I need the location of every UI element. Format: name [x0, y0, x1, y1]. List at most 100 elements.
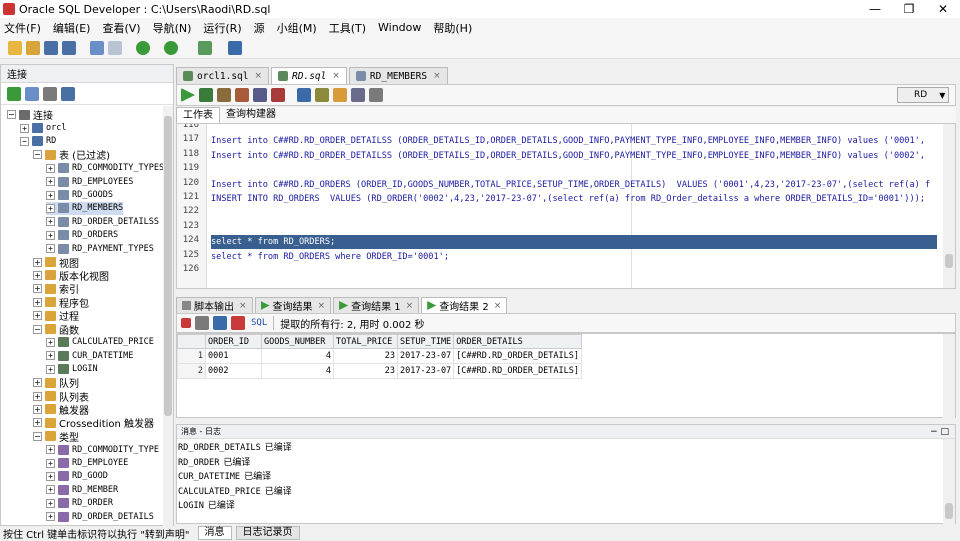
editor-scrollbar[interactable]: [943, 124, 955, 288]
binoculars-icon[interactable]: [228, 40, 242, 55]
grid-scrollbar[interactable]: [943, 334, 955, 419]
code-line[interactable]: Insert into C##RD.RD_ORDERS (ORDER_ID,GO…: [211, 178, 930, 192]
menu-navigate[interactable]: 导航(N): [153, 20, 192, 36]
results-tab[interactable]: 查询结果 2 ×: [421, 297, 508, 313]
cell[interactable]: [C##RD.RD_ORDER_DETAILS]: [453, 348, 583, 364]
pin-icon[interactable]: [181, 318, 191, 328]
expand-icon[interactable]: +: [46, 163, 55, 173]
tree-node[interactable]: + 索引: [33, 282, 79, 296]
run-statement-icon[interactable]: [181, 88, 195, 102]
expand-icon[interactable]: +: [46, 471, 55, 481]
explain-plan-icon[interactable]: [217, 88, 231, 102]
expand-icon[interactable]: +: [20, 123, 29, 133]
tree-node[interactable]: + RD_EMPLOYEES: [46, 175, 133, 188]
cancel-query-icon[interactable]: [231, 316, 245, 330]
expand-icon[interactable]: +: [46, 177, 55, 187]
tree-node[interactable]: + RD_ORDER_DETAILSS: [46, 215, 159, 228]
minimize-button[interactable]: —: [858, 0, 892, 18]
menu-edit[interactable]: 编辑(E): [53, 20, 91, 36]
close-tab-icon[interactable]: ×: [239, 301, 247, 311]
tree-node[interactable]: + RD_ORDER_DETAILS: [46, 510, 154, 523]
tab-orcl1-sql[interactable]: orcl1.sql ×: [176, 67, 270, 84]
results-tab[interactable]: 查询结果 ×: [254, 297, 332, 313]
cell[interactable]: 2017-23-07: [396, 348, 455, 364]
expand-icon[interactable]: +: [46, 244, 55, 254]
tree-node[interactable]: + CUR_DATETIME: [46, 349, 133, 362]
code-line[interactable]: INSERT INTO RD_ORDERS VALUES (RD_ORDER('…: [211, 192, 925, 206]
expand-icon[interactable]: +: [46, 203, 55, 213]
close-button[interactable]: ✕: [926, 0, 960, 18]
code-line[interactable]: Insert into C##RD.RD_ORDER_DETAILSS (ORD…: [211, 149, 925, 163]
expand-icon[interactable]: +: [46, 364, 55, 374]
tree-node[interactable]: + 队列表: [33, 389, 89, 404]
expand-icon[interactable]: +: [46, 458, 55, 468]
close-tab-icon[interactable]: ×: [318, 301, 326, 311]
menu-file[interactable]: 文件(F): [4, 20, 41, 36]
back-icon[interactable]: [136, 40, 150, 55]
cell[interactable]: 0001: [205, 348, 262, 364]
table-row[interactable]: 2 0002 4 23 2017-23-07 [C##RD.RD_ORDER_D…: [177, 363, 583, 379]
sql-link[interactable]: SQL: [251, 318, 267, 328]
tree-node[interactable]: + 队列: [33, 376, 79, 390]
menu-help[interactable]: 帮助(H): [433, 20, 472, 36]
tree-node[interactable]: − RD: [20, 135, 56, 148]
expand-icon[interactable]: +: [33, 378, 42, 388]
add-connection-icon[interactable]: [7, 86, 21, 101]
close-tab-icon[interactable]: ×: [406, 301, 414, 311]
filter-icon[interactable]: [43, 86, 57, 101]
expand-icon[interactable]: +: [33, 297, 42, 307]
cell[interactable]: 2017-23-07: [396, 363, 455, 379]
tree-node[interactable]: + orcl: [20, 121, 66, 134]
tree-node[interactable]: + RD_GOODS: [46, 188, 113, 201]
close-tab-icon[interactable]: ×: [254, 71, 262, 81]
column-header[interactable]: GOODS_NUMBER: [261, 334, 334, 349]
close-tab-icon[interactable]: ×: [433, 71, 441, 81]
tree-node[interactable]: + RD_COMMODITY_TYPE: [46, 443, 159, 456]
open-icon[interactable]: [26, 40, 40, 55]
autotrace-icon[interactable]: [235, 88, 249, 102]
save-icon[interactable]: [44, 40, 58, 55]
tree-node[interactable]: + RD_GOOD: [46, 470, 108, 483]
table-row[interactable]: 1 0001 4 23 2017-23-07 [C##RD.RD_ORDER_D…: [177, 348, 583, 364]
collapse-icon[interactable]: −: [33, 431, 42, 441]
expand-icon[interactable]: +: [46, 512, 55, 522]
expand-icon[interactable]: +: [33, 311, 42, 321]
tree-node[interactable]: + RD_ORDER: [46, 497, 113, 510]
expand-icon[interactable]: +: [33, 270, 42, 280]
tab-rd-members[interactable]: RD_MEMBERS ×: [348, 67, 448, 84]
log-scrollbar[interactable]: [943, 439, 955, 525]
tree-node[interactable]: + RD_EMPLOYEE: [46, 456, 128, 469]
collapse-icon[interactable]: −: [33, 150, 42, 160]
menu-team[interactable]: 小组(M): [277, 20, 317, 36]
tree-node[interactable]: + Crossedition 触发器: [33, 416, 154, 430]
expand-icon[interactable]: +: [46, 337, 55, 347]
expand-icon[interactable]: +: [46, 485, 55, 495]
print-icon[interactable]: [195, 316, 209, 330]
expand-icon[interactable]: +: [46, 190, 55, 200]
save-all-icon[interactable]: [62, 40, 76, 55]
expand-icon[interactable]: +: [46, 351, 55, 361]
expand-icon[interactable]: +: [33, 418, 42, 428]
tree-node[interactable]: + 版本化视图: [33, 269, 109, 283]
tree-node[interactable]: + 视图: [33, 255, 79, 270]
refresh-icon[interactable]: [213, 316, 227, 330]
tree-node[interactable]: + 程序包: [33, 296, 89, 310]
column-header[interactable]: ORDER_ID: [205, 334, 262, 349]
code-line[interactable]: select * from RD_ORDERS;: [211, 235, 937, 250]
collapse-icon[interactable]: −: [7, 110, 16, 120]
expand-icon[interactable]: +: [46, 230, 55, 240]
cell[interactable]: 23: [333, 348, 398, 364]
commit-icon[interactable]: [253, 88, 267, 102]
close-tab-icon[interactable]: ×: [494, 301, 502, 311]
maximize-button[interactable]: ❐: [892, 0, 926, 18]
expand-icon[interactable]: +: [46, 498, 55, 508]
expand-icon[interactable]: +: [33, 404, 42, 414]
new-icon[interactable]: [8, 40, 22, 55]
rollback-icon[interactable]: [271, 88, 285, 102]
tab-query-builder[interactable]: 查询构建器: [220, 107, 282, 123]
history-icon[interactable]: [351, 88, 365, 102]
tab-messages[interactable]: 消息: [197, 526, 232, 540]
results-tab[interactable]: 脚本输出 ×: [176, 297, 253, 313]
code-line[interactable]: select * from RD_ORDERS where ORDER_ID='…: [211, 250, 449, 264]
cell[interactable]: 4: [261, 348, 334, 364]
